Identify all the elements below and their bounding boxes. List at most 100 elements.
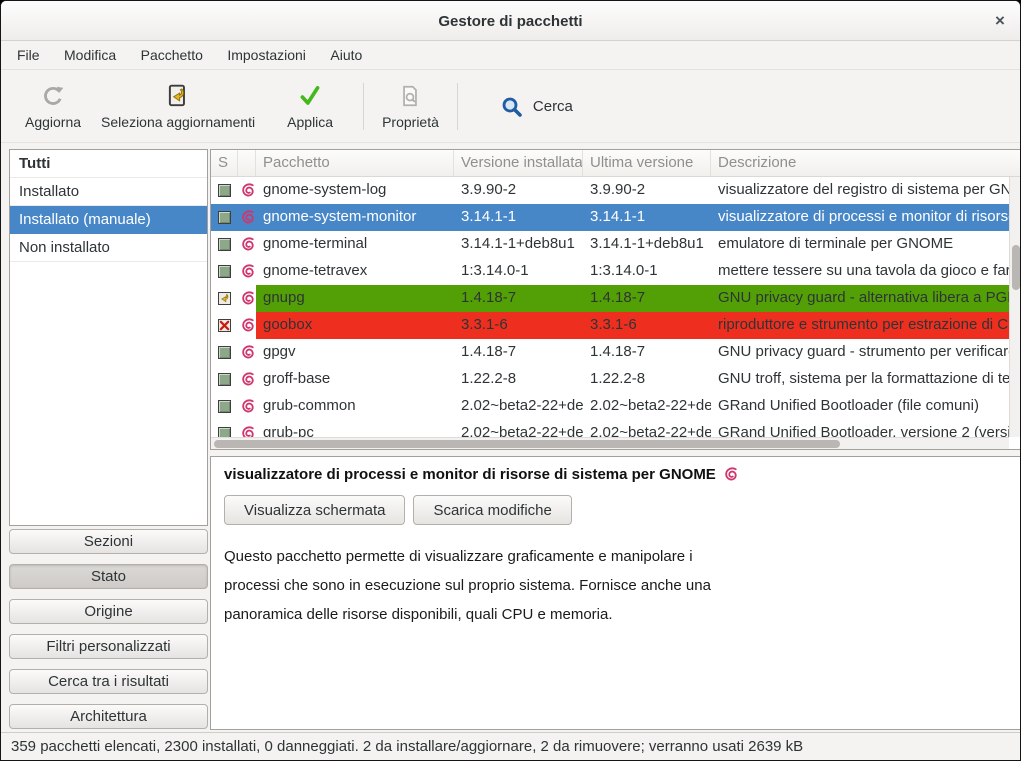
latest-version: 3.14.1-1+deb8u1	[583, 231, 711, 258]
column-header-installed-version[interactable]: Versione installata	[454, 150, 583, 176]
package-name: groff-base	[256, 366, 454, 393]
detail-title-text: visualizzatore di processi e monitor di …	[224, 466, 716, 483]
titlebar[interactable]: Gestore di pacchetti ×	[1, 1, 1020, 41]
mark-upgrades-button[interactable]: Seleziona aggiornamenti	[91, 71, 265, 142]
table-row[interactable]: gnome-system-monitor 3.14.1-1 3.14.1-1 v…	[211, 204, 1009, 231]
package-description: emulatore di terminale per GNOME	[711, 231, 1009, 258]
status-installed-icon	[218, 265, 231, 278]
menu-file[interactable]: File	[7, 42, 50, 68]
mark-upgrades-label: Seleziona aggiornamenti	[101, 114, 255, 130]
toolbar-separator	[457, 83, 458, 130]
package-description: GNU privacy guard - alternativa libera a…	[711, 285, 1009, 312]
vertical-scrollbar-thumb[interactable]	[1012, 245, 1020, 290]
table-row[interactable]: gnome-terminal 3.14.1-1+deb8u1 3.14.1-1+…	[211, 231, 1009, 258]
custom-filters-button[interactable]: Filtri personalizzati	[9, 634, 208, 659]
package-description: GRand Unified Bootloader (file comuni)	[711, 393, 1009, 420]
table-row[interactable]: gnome-system-log 3.9.90-2 3.9.90-2 visua…	[211, 177, 1009, 204]
debian-swirl-icon	[238, 312, 256, 339]
detail-title: visualizzatore di processi e monitor di …	[224, 466, 1008, 483]
status-installed-icon	[218, 373, 231, 386]
status-remove-icon	[218, 319, 231, 332]
properties-button[interactable]: Proprietà	[372, 71, 449, 142]
menu-modifica[interactable]: Modifica	[54, 42, 126, 68]
detail-description-line: Questo pacchetto permette di visualizzar…	[224, 542, 1008, 571]
table-row[interactable]: goobox 3.3.1-6 3.3.1-6 riproduttore e st…	[211, 312, 1009, 339]
installed-version: 2.02~beta2-22+deb8u1	[454, 420, 583, 437]
table-row[interactable]: gpgv 1.4.18-7 1.4.18-7 GNU privacy guard…	[211, 339, 1009, 366]
table-row[interactable]: grub-common 2.02~beta2-22+deb8u1 2.02~be…	[211, 393, 1009, 420]
installed-version: 3.14.1-1	[454, 204, 583, 231]
properties-icon	[397, 83, 423, 109]
package-description: GNU troff, sistema per la formattazione …	[711, 366, 1009, 393]
package-name: gnupg	[256, 285, 454, 312]
update-button[interactable]: Aggiorna	[15, 71, 91, 142]
search-icon	[500, 95, 524, 119]
changelog-button[interactable]: Scarica modifiche	[413, 495, 571, 525]
toolbar: Aggiorna Seleziona aggiornamenti Applica	[1, 71, 1020, 143]
status-installed-icon	[218, 184, 231, 197]
menu-aiuto[interactable]: Aiuto	[320, 42, 372, 68]
close-icon[interactable]: ×	[990, 11, 1010, 31]
statusbar-text: 359 pacchetti elencati, 2300 installati,…	[11, 738, 803, 755]
apply-button[interactable]: Applica	[277, 71, 343, 142]
column-header-latest-version[interactable]: Ultima versione	[583, 150, 711, 176]
table-row[interactable]: gnome-tetravex 1:3.14.0-1 1:3.14.0-1 met…	[211, 258, 1009, 285]
column-header-icon[interactable]	[238, 150, 256, 176]
vertical-scrollbar[interactable]	[1009, 177, 1021, 437]
search-button[interactable]: Cerca	[500, 71, 573, 142]
debian-swirl-icon	[238, 393, 256, 420]
installed-version: 2.02~beta2-22+deb8u1	[454, 393, 583, 420]
origin-button[interactable]: Origine	[9, 599, 208, 624]
status-installed-icon	[218, 211, 231, 224]
toolbar-separator	[363, 83, 364, 130]
debian-swirl-icon	[238, 366, 256, 393]
horizontal-scrollbar-thumb[interactable]	[214, 440, 840, 448]
menu-pacchetto[interactable]: Pacchetto	[131, 42, 213, 68]
horizontal-scrollbar[interactable]	[211, 437, 1009, 449]
search-results-button[interactable]: Cerca tra i risultati	[9, 669, 208, 694]
column-header-description[interactable]: Descrizione	[711, 150, 1021, 176]
filter-installato-manuale[interactable]: Installato (manuale)	[10, 206, 207, 234]
package-name: grub-pc	[256, 420, 454, 437]
table-row[interactable]: grub-pc 2.02~beta2-22+deb8u1 2.02~beta2-…	[211, 420, 1009, 437]
column-header-package[interactable]: Pacchetto	[256, 150, 454, 176]
debian-swirl-icon	[238, 339, 256, 366]
architecture-button[interactable]: Architettura	[9, 704, 208, 729]
filter-non-installato[interactable]: Non installato	[10, 234, 207, 262]
installed-version: 1.4.18-7	[454, 339, 583, 366]
screenshot-button[interactable]: Visualizza schermata	[224, 495, 405, 525]
search-label: Cerca	[533, 98, 573, 115]
debian-swirl-icon	[723, 467, 738, 482]
column-header-status[interactable]: S	[211, 150, 238, 176]
filter-list: Tutti Installato Installato (manuale) No…	[9, 149, 208, 526]
debian-swirl-icon	[238, 285, 256, 312]
debian-swirl-icon	[238, 231, 256, 258]
package-description: GRand Unified Bootloader, versione 2 (ve…	[711, 420, 1009, 437]
update-label: Aggiorna	[25, 114, 81, 130]
package-description: visualizzatore del registro di sistema p…	[711, 177, 1009, 204]
package-name: goobox	[256, 312, 454, 339]
package-name: gnome-terminal	[256, 231, 454, 258]
table-row[interactable]: groff-base 1.22.2-8 1.22.2-8 GNU troff, …	[211, 366, 1009, 393]
menu-impostazioni[interactable]: Impostazioni	[217, 42, 316, 68]
installed-version: 1.4.18-7	[454, 285, 583, 312]
table-row[interactable]: gnupg 1.4.18-7 1.4.18-7 GNU privacy guar…	[211, 285, 1009, 312]
apply-check-icon	[297, 83, 323, 109]
package-name: grub-common	[256, 393, 454, 420]
package-name: gnome-tetravex	[256, 258, 454, 285]
filter-installato[interactable]: Installato	[10, 178, 207, 206]
latest-version: 1:3.14.0-1	[583, 258, 711, 285]
latest-version: 1.4.18-7	[583, 339, 711, 366]
package-manager-window: Gestore di pacchetti × File Modifica Pac…	[0, 0, 1021, 761]
status-button[interactable]: Stato	[9, 564, 208, 589]
package-table: S Pacchetto Versione installata Ultima v…	[210, 149, 1021, 450]
installed-version: 3.3.1-6	[454, 312, 583, 339]
latest-version: 2.02~beta2-22+deb8u1	[583, 420, 711, 437]
latest-version: 1.22.2-8	[583, 366, 711, 393]
filter-tutti[interactable]: Tutti	[10, 150, 207, 178]
status-installed-icon	[218, 346, 231, 359]
sections-button[interactable]: Sezioni	[9, 529, 208, 554]
package-name: gnome-system-monitor	[256, 204, 454, 231]
statusbar: 359 pacchetti elencati, 2300 installati,…	[1, 732, 1020, 760]
package-description: visualizzatore di processi e monitor di …	[711, 204, 1009, 231]
